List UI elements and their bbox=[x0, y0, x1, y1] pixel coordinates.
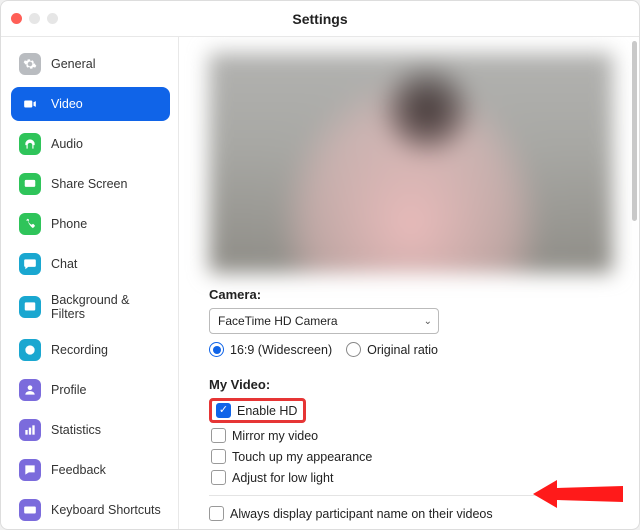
sidebar-item-label: Video bbox=[51, 97, 83, 111]
divider bbox=[209, 495, 613, 496]
video-icon bbox=[19, 93, 41, 115]
checkbox-icon bbox=[209, 506, 224, 521]
sidebar-item-label: General bbox=[51, 57, 95, 71]
window-maximize-button[interactable] bbox=[47, 13, 58, 24]
sidebar-item-keyboard-shortcuts[interactable]: Keyboard Shortcuts bbox=[11, 493, 170, 527]
scrollbar[interactable] bbox=[632, 41, 637, 221]
phone-icon bbox=[19, 213, 41, 235]
ratio-original-option[interactable]: Original ratio bbox=[346, 342, 438, 357]
sidebar-item-label: Audio bbox=[51, 137, 83, 151]
touch-up-checkbox[interactable]: Touch up my appearance bbox=[211, 449, 613, 464]
sidebar-item-feedback[interactable]: Feedback bbox=[11, 453, 170, 487]
sidebar-item-background-filters[interactable]: Background & Filters bbox=[11, 287, 170, 327]
ratio-widescreen-option[interactable]: 16:9 (Widescreen) bbox=[209, 342, 332, 357]
chevron-down-icon: ⌄ bbox=[424, 316, 432, 327]
sidebar: General Video Audio Share Screen Phone Chat Ba… bbox=[1, 37, 179, 529]
sidebar-item-label: Share Screen bbox=[51, 177, 127, 191]
sidebar-item-chat[interactable]: Chat bbox=[11, 247, 170, 281]
sidebar-item-label: Recording bbox=[51, 343, 108, 357]
always-display-name-checkbox[interactable]: Always display participant name on their… bbox=[209, 506, 613, 521]
camera-select-value: FaceTime HD Camera bbox=[218, 314, 338, 328]
gear-icon bbox=[19, 53, 41, 75]
settings-content: Camera: FaceTime HD Camera ⌄ 16:9 (Wides… bbox=[179, 37, 639, 529]
titlebar: Settings bbox=[1, 1, 639, 37]
sidebar-item-label: Keyboard Shortcuts bbox=[51, 503, 161, 517]
ratio-original-label: Original ratio bbox=[367, 343, 438, 357]
sidebar-item-label: Phone bbox=[51, 217, 87, 231]
sidebar-item-label: Chat bbox=[51, 257, 77, 271]
my-video-label: My Video: bbox=[209, 377, 613, 392]
sidebar-item-label: Background & Filters bbox=[51, 293, 162, 321]
always-display-name-label: Always display participant name on their… bbox=[230, 507, 493, 521]
mirror-video-checkbox[interactable]: Mirror my video bbox=[211, 428, 613, 443]
sidebar-item-recording[interactable]: Recording bbox=[11, 333, 170, 367]
camera-select[interactable]: FaceTime HD Camera ⌄ bbox=[209, 308, 439, 334]
feedback-icon bbox=[19, 459, 41, 481]
low-light-label: Adjust for low light bbox=[232, 471, 333, 485]
window-title: Settings bbox=[1, 11, 639, 27]
enable-hd-checkbox[interactable]: Enable HD bbox=[216, 403, 297, 418]
sidebar-item-statistics[interactable]: Statistics bbox=[11, 413, 170, 447]
enable-hd-highlight: Enable HD bbox=[209, 398, 306, 423]
sidebar-item-video[interactable]: Video bbox=[11, 87, 170, 121]
sidebar-item-label: Statistics bbox=[51, 423, 101, 437]
radio-icon bbox=[209, 342, 224, 357]
keyboard-icon bbox=[19, 499, 41, 521]
checkbox-icon bbox=[211, 428, 226, 443]
background-icon bbox=[19, 296, 41, 318]
chat-icon bbox=[19, 253, 41, 275]
ratio-widescreen-label: 16:9 (Widescreen) bbox=[230, 343, 332, 357]
checkbox-icon bbox=[211, 449, 226, 464]
low-light-checkbox[interactable]: Adjust for low light bbox=[211, 470, 613, 485]
share-screen-icon bbox=[19, 173, 41, 195]
window-minimize-button[interactable] bbox=[29, 13, 40, 24]
checkbox-icon bbox=[216, 403, 231, 418]
touch-up-label: Touch up my appearance bbox=[232, 450, 372, 464]
sidebar-item-label: Feedback bbox=[51, 463, 106, 477]
mirror-video-label: Mirror my video bbox=[232, 429, 318, 443]
profile-icon bbox=[19, 379, 41, 401]
camera-preview bbox=[209, 53, 613, 273]
stats-icon bbox=[19, 419, 41, 441]
sidebar-item-label: Profile bbox=[51, 383, 86, 397]
record-icon bbox=[19, 339, 41, 361]
sidebar-item-audio[interactable]: Audio bbox=[11, 127, 170, 161]
sidebar-item-share-screen[interactable]: Share Screen bbox=[11, 167, 170, 201]
checkbox-icon bbox=[211, 470, 226, 485]
sidebar-item-profile[interactable]: Profile bbox=[11, 373, 170, 407]
sidebar-item-general[interactable]: General bbox=[11, 47, 170, 81]
sidebar-item-phone[interactable]: Phone bbox=[11, 207, 170, 241]
window-close-button[interactable] bbox=[11, 13, 22, 24]
camera-label: Camera: bbox=[209, 287, 613, 302]
headphones-icon bbox=[19, 133, 41, 155]
enable-hd-label: Enable HD bbox=[237, 404, 297, 418]
radio-icon bbox=[346, 342, 361, 357]
